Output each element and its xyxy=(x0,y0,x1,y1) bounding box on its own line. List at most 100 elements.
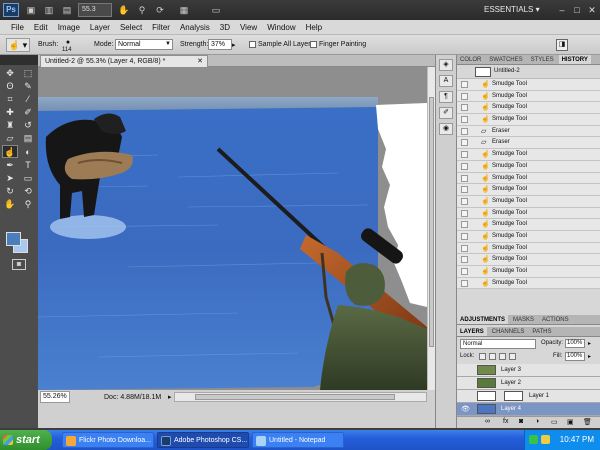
close-icon[interactable]: ✕ xyxy=(586,3,598,17)
clone-stamp-tool-icon[interactable]: ♜ xyxy=(2,119,18,132)
history-item[interactable]: ☝ Smudge Tool xyxy=(457,79,600,91)
opacity-arrow-icon[interactable]: ▸ xyxy=(588,340,591,347)
history-item[interactable]: ☝ Smudge Tool xyxy=(457,102,600,115)
menu-analysis[interactable]: Analysis xyxy=(175,23,215,32)
3d-orbit-tool-icon[interactable]: ⟲ xyxy=(20,185,36,198)
layer-thumbnail[interactable] xyxy=(477,391,496,401)
tab-layers[interactable]: LAYERS xyxy=(457,327,487,336)
layer-name[interactable]: Layer 4 xyxy=(501,406,521,412)
menu-view[interactable]: View xyxy=(235,23,262,32)
type-tool-icon[interactable]: T xyxy=(20,159,36,172)
tool-preset-picker[interactable]: ☝ ▾ xyxy=(6,38,30,52)
brushes-icon[interactable]: ✐ xyxy=(439,107,453,119)
menu-layer[interactable]: Layer xyxy=(85,23,115,32)
quick-select-tool-icon[interactable]: ✎ xyxy=(20,80,36,93)
history-item[interactable]: ☝ Smudge Tool xyxy=(457,277,600,290)
history-item[interactable]: ☝ Smudge Tool xyxy=(457,195,600,208)
move-tool-icon[interactable]: ✥ xyxy=(2,67,18,80)
minimize-icon[interactable]: – xyxy=(556,3,568,17)
foreground-color-swatch[interactable] xyxy=(6,232,21,246)
link-layers-icon[interactable]: ∞ xyxy=(485,418,490,425)
history-source-checkbox[interactable] xyxy=(461,92,468,100)
menu-image[interactable]: Image xyxy=(53,23,85,32)
workspace-switcher[interactable]: ESSENTIALS ▾ xyxy=(484,3,554,17)
tab-color[interactable]: COLOR xyxy=(457,55,484,64)
panel-grip[interactable] xyxy=(0,55,38,65)
history-source-checkbox[interactable] xyxy=(461,139,468,147)
delete-layer-icon[interactable]: 🗑 xyxy=(583,418,592,426)
history-item[interactable]: ▱ Eraser xyxy=(457,125,600,138)
taskbar-item-notepad[interactable]: Untitled - Notepad xyxy=(252,432,344,448)
history-source-checkbox[interactable] xyxy=(461,116,468,124)
history-item[interactable]: ☝ Smudge Tool xyxy=(457,219,600,231)
layer-thumbnail[interactable] xyxy=(477,404,496,414)
history-source-checkbox[interactable] xyxy=(461,244,468,252)
history-source-checkbox[interactable] xyxy=(461,81,468,88)
taskbar-item-flickr[interactable]: Flickr Photo Downloa... xyxy=(62,432,154,448)
tab-adjustments[interactable]: ADJUSTMENTS xyxy=(457,315,509,324)
navigator-icon[interactable]: ◈ xyxy=(439,59,453,71)
history-item[interactable]: ☝ Smudge Tool xyxy=(457,160,600,173)
maximize-icon[interactable]: □ xyxy=(571,3,583,17)
tab-history[interactable]: HISTORY xyxy=(558,55,591,64)
tablet-pressure-icon[interactable]: ◨ xyxy=(556,39,568,51)
paragraph-icon[interactable]: ¶ xyxy=(439,91,453,103)
history-source-checkbox[interactable] xyxy=(461,162,468,170)
history-source-checkbox[interactable] xyxy=(461,279,468,287)
vertical-scroll-thumb[interactable] xyxy=(429,97,434,347)
crop-tool-icon[interactable]: ⌗ xyxy=(2,93,18,106)
document-canvas[interactable] xyxy=(38,67,427,390)
layer-row[interactable]: Layer 3 xyxy=(457,364,600,377)
spot-healing-tool-icon[interactable]: ✚ xyxy=(2,106,18,119)
tab-actions[interactable]: ACTIONS xyxy=(539,315,572,324)
brush-tool-icon[interactable]: ✐ xyxy=(20,106,36,119)
layer-name[interactable]: Layer 3 xyxy=(501,367,521,373)
menu-filter[interactable]: Filter xyxy=(147,23,175,32)
fill-input[interactable]: 100% xyxy=(565,352,585,361)
history-item[interactable]: ☝ Smudge Tool xyxy=(457,184,600,196)
tab-styles[interactable]: STYLES xyxy=(528,55,557,64)
layer-row[interactable]: Layer 2 xyxy=(457,377,600,390)
tab-paths[interactable]: PATHS xyxy=(529,327,554,336)
tab-swatches[interactable]: SWATCHES xyxy=(486,55,525,64)
eyedropper-tool-icon[interactable]: ⁄ xyxy=(20,93,36,106)
clock[interactable]: 10:47 PM xyxy=(560,430,594,450)
document-tab[interactable]: Untitled-2 @ 55.3% (Layer 4, RGB/8) * ✕ xyxy=(40,55,208,67)
history-item[interactable]: ☝ Smudge Tool xyxy=(457,172,600,185)
history-item[interactable]: ☝ Smudge Tool xyxy=(457,254,600,266)
dodge-tool-icon[interactable]: ◐ xyxy=(20,146,36,159)
lock-position-icon[interactable] xyxy=(499,353,506,360)
history-source-checkbox[interactable] xyxy=(461,256,468,264)
menu-edit[interactable]: Edit xyxy=(29,23,53,32)
hand-icon[interactable]: ✋ xyxy=(118,3,130,17)
shape-tool-icon[interactable]: ▭ xyxy=(20,172,36,185)
zoom-level-select[interactable]: 55.3 xyxy=(78,3,112,17)
tab-channels[interactable]: CHANNELS xyxy=(489,327,528,336)
layer-row[interactable]: Layer 1 xyxy=(457,390,600,403)
path-selection-tool-icon[interactable]: ➤ xyxy=(2,172,18,185)
eye-icon[interactable]: 👁 xyxy=(461,405,470,413)
layer-name[interactable]: Layer 1 xyxy=(529,393,549,399)
finger-painting-checkbox[interactable] xyxy=(310,41,317,48)
horizontal-scroll-thumb[interactable] xyxy=(195,394,395,400)
history-source-checkbox[interactable] xyxy=(461,186,468,194)
minibridge-icon[interactable]: ▥ xyxy=(42,3,56,17)
history-source-checkbox[interactable] xyxy=(461,174,468,182)
sample-all-layers-checkbox[interactable] xyxy=(249,41,256,48)
add-mask-icon[interactable]: ◙ xyxy=(519,418,523,425)
zoom-tool-icon[interactable]: ⚲ xyxy=(20,198,36,211)
lock-all-icon[interactable] xyxy=(509,353,516,360)
zoom-icon[interactable]: ⚲ xyxy=(136,3,148,17)
history-item[interactable]: ☝ Smudge Tool xyxy=(457,149,600,161)
history-source-checkbox[interactable] xyxy=(461,127,468,135)
pen-tool-icon[interactable]: ✒ xyxy=(2,159,18,172)
mode-select[interactable]: Normal ▼ xyxy=(115,39,173,50)
status-menu-arrow-icon[interactable]: ▸ xyxy=(168,393,172,401)
screen-mode-icon[interactable]: ▭ xyxy=(208,3,224,17)
history-source-checkbox[interactable] xyxy=(461,151,468,159)
fill-arrow-icon[interactable]: ▸ xyxy=(588,353,591,360)
menu-3d[interactable]: 3D xyxy=(215,23,235,32)
view-extras-icon[interactable]: ▤ xyxy=(60,3,74,17)
character-icon[interactable]: A xyxy=(439,75,453,87)
adjustment-layer-icon[interactable]: ◑ xyxy=(535,418,539,425)
